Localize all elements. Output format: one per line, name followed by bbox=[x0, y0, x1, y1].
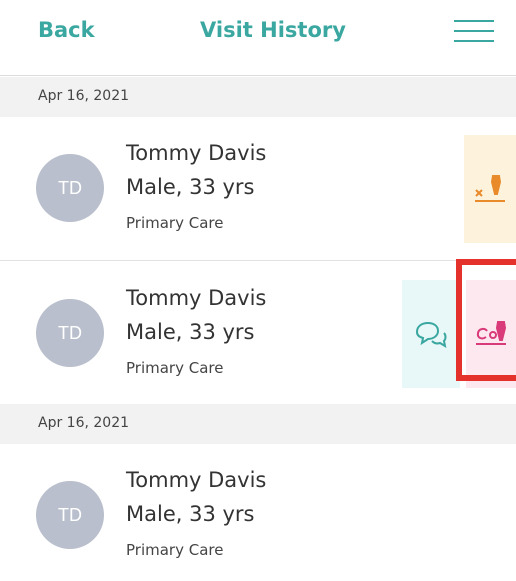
patient-demographics: Male, 33 yrs bbox=[126, 320, 255, 344]
visit-department: Primary Care bbox=[126, 359, 224, 377]
patient-demographics: Male, 33 yrs bbox=[126, 502, 255, 526]
app-header: Back Visit History bbox=[0, 0, 516, 76]
page-title: Visit History bbox=[200, 18, 346, 42]
cancel-sign-button[interactable] bbox=[464, 135, 516, 243]
cancel-sign-icon bbox=[475, 175, 505, 202]
patient-demographics: Male, 33 yrs bbox=[126, 175, 255, 199]
visit-row[interactable]: TD Tommy Davis Male, 33 yrs Primary Care bbox=[0, 262, 516, 388]
date-label: Apr 16, 2021 bbox=[38, 415, 130, 431]
avatar: TD bbox=[36, 299, 104, 367]
avatar: TD bbox=[36, 481, 104, 549]
date-label: Apr 16, 2021 bbox=[38, 88, 130, 104]
visit-department: Primary Care bbox=[126, 541, 224, 559]
date-header: Apr 16, 2021 bbox=[0, 77, 516, 117]
cosign-icon bbox=[476, 321, 507, 345]
cosign-button[interactable] bbox=[466, 280, 516, 388]
chat-button[interactable] bbox=[402, 280, 460, 388]
date-header: Apr 16, 2021 bbox=[0, 404, 516, 444]
patient-name: Tommy Davis bbox=[126, 141, 267, 165]
visit-row[interactable]: TD Tommy Davis Male, 33 yrs Primary Care bbox=[0, 444, 516, 581]
patient-name: Tommy Davis bbox=[126, 468, 267, 492]
back-button[interactable]: Back bbox=[38, 18, 95, 42]
visit-department: Primary Care bbox=[126, 214, 224, 232]
avatar: TD bbox=[36, 154, 104, 222]
patient-name: Tommy Davis bbox=[126, 286, 267, 310]
menu-icon[interactable] bbox=[454, 20, 494, 44]
visit-row[interactable]: TD Tommy Davis Male, 33 yrs Primary Care bbox=[0, 117, 516, 261]
chat-icon bbox=[415, 321, 447, 348]
